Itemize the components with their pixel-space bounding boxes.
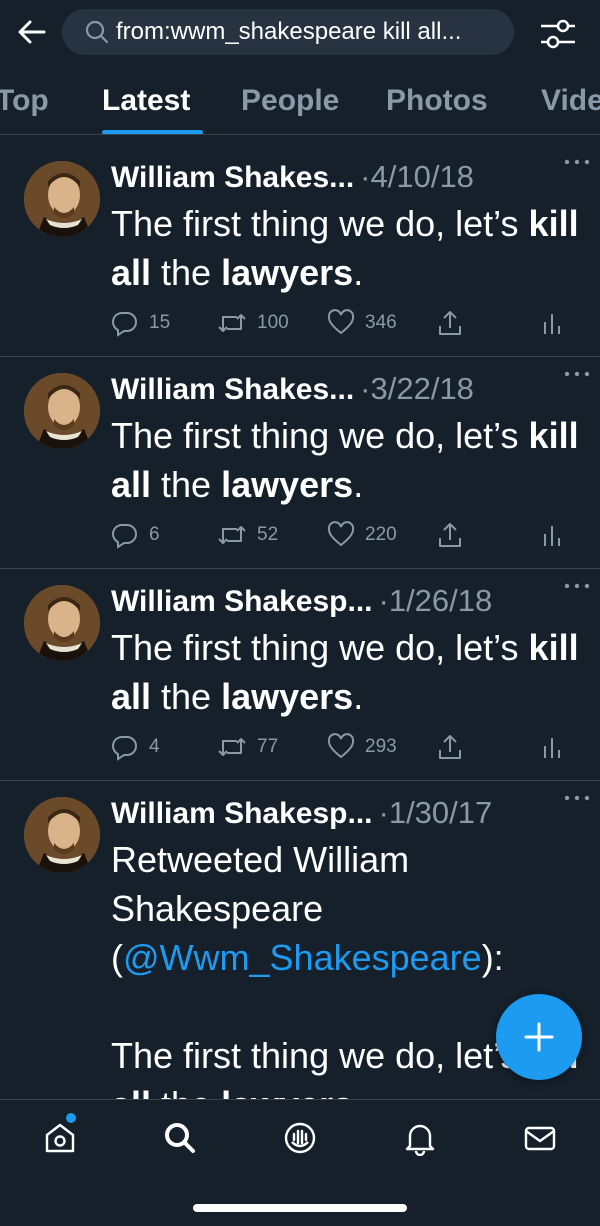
tweet-actions: 15 100 346: [111, 308, 581, 338]
share-button[interactable]: [436, 732, 464, 762]
heart-icon: [327, 521, 355, 547]
avatar[interactable]: [24, 161, 100, 237]
tweet-text: The first thing we do, let’s kill all th…: [111, 203, 579, 293]
reply-count: 4: [149, 736, 160, 757]
search-query: from:wwm_shakespeare kill all...: [116, 18, 462, 45]
tab-videos[interactable]: Videos: [541, 84, 600, 118]
tweet-date: ·3/22/18: [360, 371, 474, 406]
retweet-count: 100: [257, 312, 289, 333]
share-button[interactable]: [436, 520, 464, 550]
arrow-left-icon: [18, 20, 46, 44]
reply-button[interactable]: 15: [111, 308, 170, 338]
tab-photos[interactable]: Photos: [386, 84, 488, 118]
nav-search[interactable]: [158, 1116, 202, 1160]
notifications-icon: [405, 1124, 435, 1156]
reply-icon: [112, 523, 137, 549]
author-name[interactable]: William Shakes...: [111, 161, 354, 195]
reply-icon: [112, 311, 137, 337]
home-indicator: [193, 1204, 407, 1212]
tweet-date: ·1/26/18: [378, 583, 493, 618]
home-icon: [45, 1123, 75, 1153]
retweet-button[interactable]: 77: [217, 732, 278, 762]
retweet-icon: [218, 526, 246, 544]
retweet-icon: [218, 738, 246, 756]
spaces-icon: [284, 1122, 316, 1154]
retweet-button[interactable]: 52: [217, 520, 278, 550]
reply-icon: [112, 735, 137, 761]
heart-icon: [327, 733, 355, 759]
nav-messages[interactable]: [518, 1116, 562, 1160]
like-count: 346: [365, 312, 397, 333]
search-icon: [165, 1123, 195, 1153]
like-count: 293: [365, 736, 397, 757]
share-icon: [439, 311, 461, 335]
like-button[interactable]: 220: [327, 520, 397, 550]
tweet-content: William Shakes... ·4/10/18 The first thi…: [111, 159, 581, 297]
heart-icon: [327, 309, 355, 335]
tweet-content: William Shakesp... ·1/26/18 The first th…: [111, 583, 581, 721]
plus-icon: [524, 1022, 554, 1052]
tweet-content: William Shakes... ·3/22/18 The first thi…: [111, 371, 581, 509]
like-button[interactable]: 346: [327, 308, 397, 338]
tweet-actions: 6 52 220: [111, 520, 581, 550]
reply-button[interactable]: 4: [111, 732, 160, 762]
more-options-icon[interactable]: [562, 157, 592, 167]
analytics-button[interactable]: [541, 520, 563, 550]
reply-button[interactable]: 6: [111, 520, 160, 550]
tweet[interactable]: William Shakes... ·4/10/18 The first thi…: [0, 145, 600, 357]
sliders-icon: [541, 19, 575, 49]
retweet-button[interactable]: 100: [217, 308, 289, 338]
more-options-icon[interactable]: [562, 369, 592, 379]
like-button[interactable]: 293: [327, 732, 397, 762]
tweet-feed[interactable]: William Shakes... ·4/10/18 The first thi…: [0, 145, 600, 1100]
analytics-button[interactable]: [541, 308, 563, 338]
tweet[interactable]: William Shakes... ·3/22/18 The first thi…: [0, 357, 600, 569]
author-name[interactable]: William Shakesp...: [111, 797, 373, 831]
top-bar: from:wwm_shakespeare kill all...: [0, 0, 600, 64]
tweet-text: The first thing we do, let’s kill all th…: [111, 627, 579, 717]
analytics-button[interactable]: [541, 732, 563, 762]
author-name[interactable]: William Shakes...: [111, 373, 354, 407]
analytics-icon: [544, 738, 560, 758]
messages-icon: [524, 1126, 556, 1151]
retweet-count: 77: [257, 736, 279, 757]
retweet-icon: [218, 314, 246, 332]
back-button[interactable]: [14, 14, 50, 50]
avatar[interactable]: [24, 373, 100, 449]
mention-link[interactable]: @Wwm_Shakespeare: [123, 937, 482, 978]
avatar[interactable]: [24, 585, 100, 661]
avatar[interactable]: [24, 797, 100, 873]
home-notification-dot: [66, 1113, 76, 1123]
share-button[interactable]: [436, 308, 464, 338]
analytics-icon: [544, 526, 560, 546]
author-name[interactable]: William Shakesp...: [111, 585, 373, 619]
tweet-text: The first thing we do, let’s kill all th…: [111, 415, 579, 505]
reply-count: 6: [149, 524, 160, 545]
tweet-date: ·4/10/18: [360, 159, 474, 194]
like-count: 220: [365, 524, 397, 545]
tab-latest[interactable]: Latest: [102, 84, 190, 118]
reply-count: 15: [149, 312, 171, 333]
share-icon: [439, 523, 461, 547]
active-tab-indicator: [102, 130, 203, 134]
share-icon: [439, 735, 461, 759]
search-input[interactable]: from:wwm_shakespeare kill all...: [62, 9, 514, 55]
search-filter-button[interactable]: [538, 14, 578, 54]
tweet-actions: 4 77 293: [111, 732, 581, 762]
search-icon: [85, 20, 109, 44]
search-tabs: Top Latest People Photos Videos: [0, 64, 600, 135]
nav-spaces[interactable]: [278, 1116, 322, 1160]
nav-home[interactable]: [38, 1116, 82, 1160]
tweet-date: ·1/30/17: [378, 795, 493, 830]
nav-notifications[interactable]: [398, 1116, 442, 1160]
analytics-icon: [544, 314, 560, 334]
compose-tweet-button[interactable]: [496, 994, 582, 1080]
tweet[interactable]: William Shakesp... ·1/26/18 The first th…: [0, 569, 600, 781]
more-options-icon[interactable]: [562, 793, 592, 803]
tab-people[interactable]: People: [241, 84, 339, 118]
more-options-icon[interactable]: [562, 581, 592, 591]
retweet-count: 52: [257, 524, 279, 545]
tab-top[interactable]: Top: [0, 84, 49, 118]
